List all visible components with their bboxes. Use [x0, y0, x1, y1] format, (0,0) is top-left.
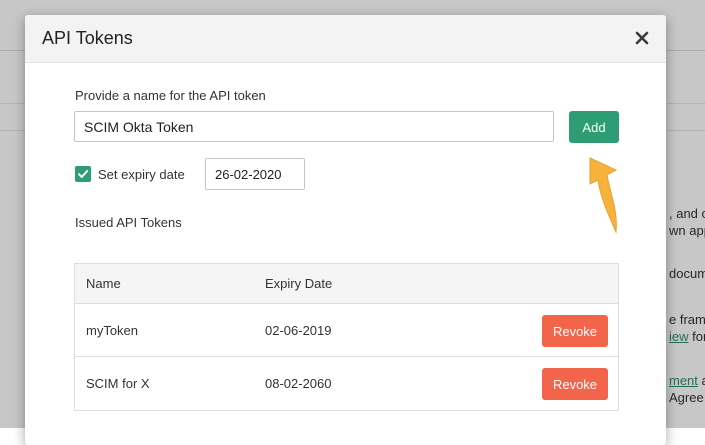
- token-expiry: 02-06-2019: [265, 323, 332, 338]
- token-name-label: Provide a name for the API token: [75, 88, 266, 103]
- add-button[interactable]: Add: [569, 111, 619, 143]
- checkmark-icon: [78, 170, 89, 178]
- issued-tokens-heading: Issued API Tokens: [75, 215, 182, 230]
- dialog-title: API Tokens: [42, 28, 133, 48]
- table-row: SCIM for X 08-02-2060 Revoke: [75, 357, 618, 410]
- table-header: Name Expiry Date: [75, 264, 618, 304]
- api-tokens-dialog: API Tokens Provide a name for the API to…: [25, 15, 666, 445]
- tokens-table: Name Expiry Date myToken 02-06-2019 Revo…: [74, 263, 619, 411]
- close-icon[interactable]: [632, 27, 652, 49]
- table-row: myToken 02-06-2019 Revoke: [75, 304, 618, 357]
- revoke-button[interactable]: Revoke: [542, 368, 608, 400]
- set-expiry-label[interactable]: Set expiry date: [98, 167, 185, 182]
- token-name: SCIM for X: [86, 376, 150, 391]
- revoke-button[interactable]: Revoke: [542, 315, 608, 347]
- token-name: myToken: [86, 323, 139, 338]
- token-expiry: 08-02-2060: [265, 376, 332, 391]
- annotation-arrow-icon: [589, 157, 618, 234]
- column-header-name: Name: [86, 276, 121, 291]
- set-expiry-checkbox[interactable]: [75, 166, 91, 182]
- column-header-expiry: Expiry Date: [265, 276, 333, 291]
- token-name-input[interactable]: [74, 111, 554, 142]
- expiry-date-input[interactable]: [205, 158, 305, 190]
- dialog-header: API Tokens: [25, 15, 666, 63]
